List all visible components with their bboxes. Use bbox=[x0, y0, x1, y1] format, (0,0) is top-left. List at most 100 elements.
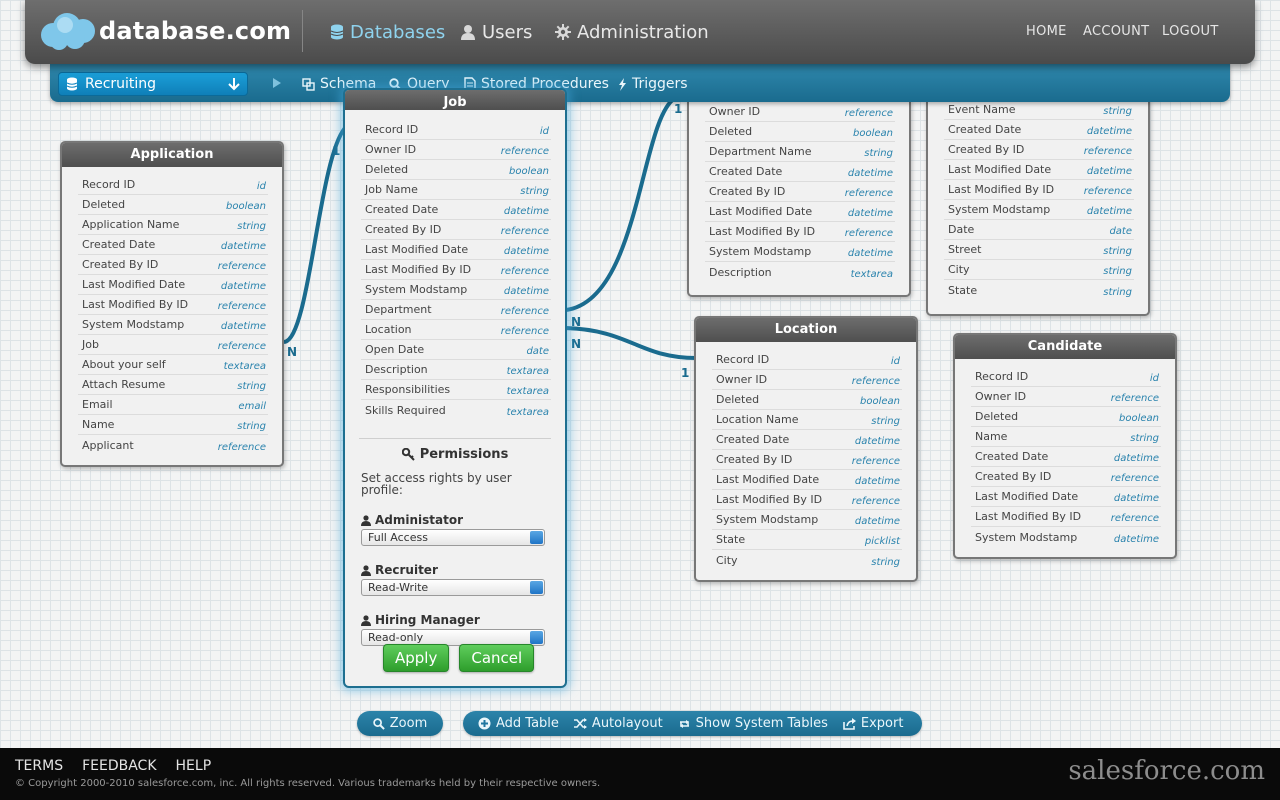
nav-databases[interactable]: Databases bbox=[330, 20, 445, 44]
cancel-button[interactable]: Cancel bbox=[459, 644, 535, 672]
field-type: textarea bbox=[506, 366, 549, 377]
apply-button[interactable]: Apply bbox=[383, 644, 450, 672]
export-button[interactable]: Export bbox=[843, 716, 903, 731]
field-row[interactable]: Created By ID reference bbox=[944, 140, 1134, 160]
field-row[interactable]: Record ID id bbox=[78, 175, 268, 195]
field-row[interactable]: Created Date datetime bbox=[971, 447, 1161, 467]
show-system-tables-button[interactable]: Show System Tables bbox=[678, 716, 828, 731]
nav-users[interactable]: Users bbox=[460, 20, 532, 44]
field-name: Created Date bbox=[365, 203, 439, 216]
help-link[interactable]: HELP bbox=[176, 758, 212, 774]
terms-link[interactable]: TERMS bbox=[15, 758, 63, 774]
field-row[interactable]: Name string bbox=[78, 415, 268, 435]
field-row[interactable]: Created Date datetime bbox=[705, 162, 895, 182]
field-row[interactable]: Deleted boolean bbox=[712, 390, 902, 410]
field-row[interactable]: Deleted boolean bbox=[361, 160, 551, 180]
field-row[interactable]: Job Name string bbox=[361, 180, 551, 200]
field-row[interactable]: Last Modified By ID reference bbox=[971, 507, 1161, 527]
field-row[interactable]: State string bbox=[944, 280, 1134, 300]
recruiter-access-select[interactable]: Read-Write bbox=[361, 579, 545, 596]
field-row[interactable]: Owner ID reference bbox=[712, 370, 902, 390]
field-row[interactable]: System Modstamp datetime bbox=[971, 527, 1161, 547]
field-row[interactable]: State picklist bbox=[712, 530, 902, 550]
field-row[interactable]: City string bbox=[712, 550, 902, 570]
field-row[interactable]: Last Modified By ID reference bbox=[712, 490, 902, 510]
field-row[interactable]: Location Name string bbox=[712, 410, 902, 430]
field-row[interactable]: System Modstamp datetime bbox=[78, 315, 268, 335]
field-row[interactable]: System Modstamp datetime bbox=[712, 510, 902, 530]
field-row[interactable]: Application Name string bbox=[78, 215, 268, 235]
field-row[interactable]: Attach Resume string bbox=[78, 375, 268, 395]
autolayout-button[interactable]: Autolayout bbox=[573, 716, 663, 731]
field-row[interactable]: Job reference bbox=[78, 335, 268, 355]
field-row[interactable]: Last Modified Date datetime bbox=[944, 160, 1134, 180]
table-candidate[interactable]: Candidate Record ID id Owner ID reference … bbox=[953, 333, 1177, 559]
field-row[interactable]: Description textarea bbox=[705, 262, 895, 282]
field-row[interactable]: Record ID id bbox=[971, 367, 1161, 387]
field-row[interactable]: Created By ID reference bbox=[705, 182, 895, 202]
table-department[interactable]: Owner ID reference Deleted boolean Departm… bbox=[687, 100, 911, 297]
field-row[interactable]: Record ID id bbox=[361, 120, 551, 140]
field-row[interactable]: Created Date datetime bbox=[944, 120, 1134, 140]
field-row[interactable]: Last Modified Date datetime bbox=[712, 470, 902, 490]
field-row[interactable]: System Modstamp datetime bbox=[361, 280, 551, 300]
table-event[interactable]: Event Name string Created Date datetime Cr… bbox=[926, 100, 1150, 316]
tab-triggers-label: Triggers bbox=[632, 76, 688, 92]
field-row[interactable]: Last Modified Date datetime bbox=[971, 487, 1161, 507]
tab-triggers[interactable]: Triggers bbox=[618, 76, 688, 92]
field-row[interactable]: Created By ID reference bbox=[78, 255, 268, 275]
field-row[interactable]: System Modstamp datetime bbox=[705, 242, 895, 262]
field-row[interactable]: Created Date datetime bbox=[712, 430, 902, 450]
field-row[interactable]: Deleted boolean bbox=[78, 195, 268, 215]
home-link[interactable]: HOME bbox=[1026, 24, 1067, 39]
field-row[interactable]: Created By ID reference bbox=[361, 220, 551, 240]
field-row[interactable]: Department Name string bbox=[705, 142, 895, 162]
field-row[interactable]: Applicant reference bbox=[78, 435, 268, 455]
field-row[interactable]: Created Date datetime bbox=[78, 235, 268, 255]
table-location[interactable]: Location Record ID id Owner ID reference D… bbox=[694, 316, 918, 582]
table-job[interactable]: Job Record ID id Owner ID reference Delete… bbox=[343, 88, 567, 688]
field-row[interactable]: Last Modified By ID reference bbox=[944, 180, 1134, 200]
feedback-link[interactable]: FEEDBACK bbox=[82, 758, 156, 774]
field-row[interactable]: Name string bbox=[971, 427, 1161, 447]
table-application[interactable]: Application Record ID id Deleted boolean A… bbox=[60, 141, 284, 467]
database-com-logo[interactable]: database.com bbox=[39, 9, 301, 55]
field-row[interactable]: City string bbox=[944, 260, 1134, 280]
field-row[interactable]: Last Modified By ID reference bbox=[705, 222, 895, 242]
field-row[interactable]: Skills Required textarea bbox=[361, 400, 551, 420]
field-row[interactable]: Last Modified Date datetime bbox=[705, 202, 895, 222]
field-row[interactable]: Record ID id bbox=[712, 350, 902, 370]
field-row[interactable]: About your self textarea bbox=[78, 355, 268, 375]
field-row[interactable]: Street string bbox=[944, 240, 1134, 260]
database-select[interactable]: Recruiting bbox=[58, 72, 248, 96]
field-row[interactable]: Location reference bbox=[361, 320, 551, 340]
nav-administration[interactable]: Administration bbox=[555, 20, 709, 44]
field-row[interactable]: Created By ID reference bbox=[971, 467, 1161, 487]
field-row[interactable]: Owner ID reference bbox=[361, 140, 551, 160]
salesforce-logo[interactable]: salesforce.com bbox=[1068, 756, 1265, 786]
field-row[interactable]: Deleted boolean bbox=[705, 122, 895, 142]
field-row[interactable]: Responsibilities textarea bbox=[361, 380, 551, 400]
field-row[interactable]: System Modstamp datetime bbox=[944, 200, 1134, 220]
field-row[interactable]: Owner ID reference bbox=[971, 387, 1161, 407]
field-row[interactable]: Department reference bbox=[361, 300, 551, 320]
logout-link[interactable]: LOGOUT bbox=[1162, 24, 1219, 39]
field-row[interactable]: Open Date date bbox=[361, 340, 551, 360]
add-table-button[interactable]: Add Table bbox=[478, 716, 559, 731]
administator-access-select[interactable]: Full Access bbox=[361, 529, 545, 546]
field-row[interactable]: Description textarea bbox=[361, 360, 551, 380]
field-row[interactable]: Last Modified By ID reference bbox=[361, 260, 551, 280]
field-row[interactable]: Last Modified Date datetime bbox=[361, 240, 551, 260]
field-row[interactable]: Email email bbox=[78, 395, 268, 415]
field-row[interactable]: Event Name string bbox=[944, 100, 1134, 120]
field-row[interactable]: Deleted boolean bbox=[971, 407, 1161, 427]
field-row[interactable]: Last Modified Date datetime bbox=[78, 275, 268, 295]
field-row[interactable]: Owner ID reference bbox=[705, 102, 895, 122]
field-row[interactable]: Created By ID reference bbox=[712, 450, 902, 470]
field-list: Event Name string Created Date datetime Cr… bbox=[928, 100, 1148, 306]
field-row[interactable]: Last Modified By ID reference bbox=[78, 295, 268, 315]
account-link[interactable]: ACCOUNT bbox=[1083, 24, 1149, 39]
field-row[interactable]: Created Date datetime bbox=[361, 200, 551, 220]
field-row[interactable]: Date date bbox=[944, 220, 1134, 240]
zoom-button[interactable]: Zoom bbox=[357, 711, 443, 736]
